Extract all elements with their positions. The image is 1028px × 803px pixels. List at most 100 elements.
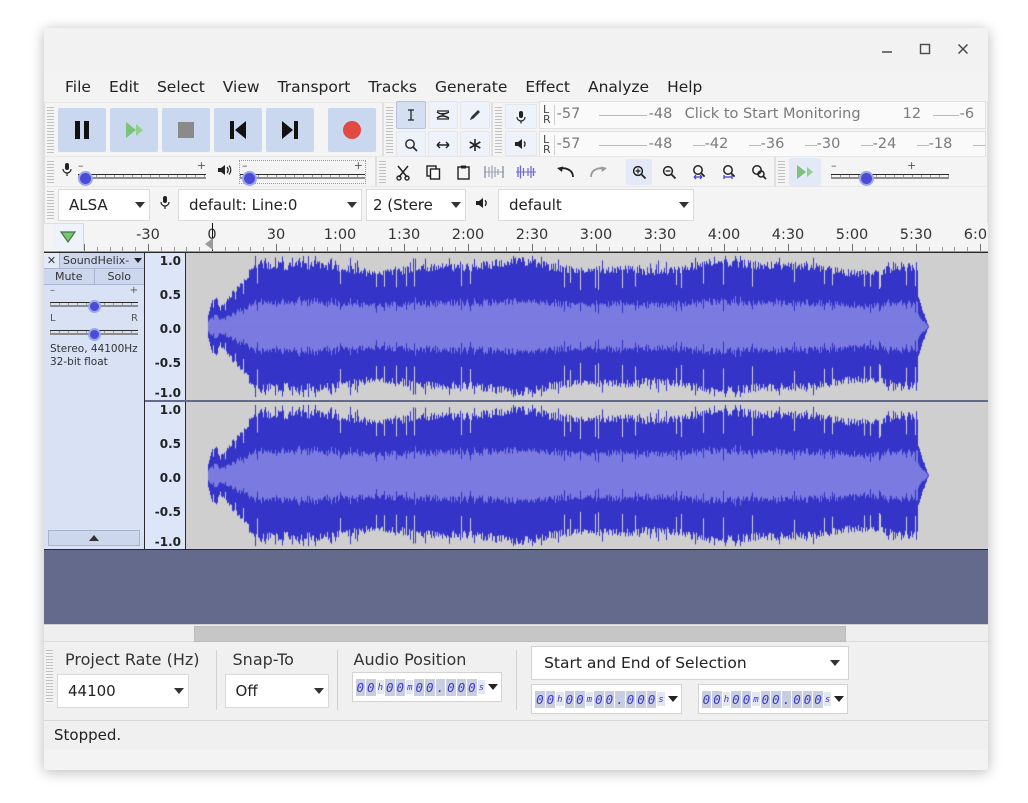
pinned-play-head-button[interactable] [53,224,84,250]
playback-meter[interactable]: LR -57 -48 -42 -36 -30 -24 -18 [539,131,986,159]
undo-button[interactable] [552,159,580,185]
menu-effect[interactable]: Effect [516,75,579,99]
menu-tracks[interactable]: Tracks [359,75,426,99]
tools-toolbar-grip[interactable] [384,103,395,157]
recording-volume-slider[interactable]: – + [78,159,206,186]
waveform-left-canvas[interactable] [186,253,950,400]
waveform-left-channel[interactable] [186,253,988,400]
waveform-right-channel[interactable] [186,402,988,549]
play-scale-tick-2: -42 [704,136,729,152]
recording-channels-select[interactable]: 2 (Stere [366,189,466,221]
playback-speed-plus: + [907,159,917,172]
menu-select[interactable]: Select [148,75,214,99]
fit-selection-button[interactable] [686,159,712,185]
zoom-in-button[interactable] [626,159,652,185]
audio-host-select[interactable]: ALSA [58,189,150,221]
track-title-dropdown[interactable]: SoundHelix- [60,253,144,268]
selection-end-input[interactable]: 00h 00m 00.000s [697,684,849,714]
playhead-marker[interactable] [205,238,213,250]
track-gain-slider[interactable]: – + [50,285,138,313]
menu-file[interactable]: File [56,75,100,99]
device-toolbar-grip[interactable] [45,187,56,223]
selection-toolbar-grip[interactable] [44,646,55,708]
track-area[interactable]: ✕ SoundHelix- Mute Solo – + L R Stereo, … [44,252,988,624]
play-button[interactable] [110,108,158,152]
playback-volume-slider[interactable]: – + [239,159,366,186]
track-collapse-button[interactable] [48,530,140,546]
audio-track[interactable]: ✕ SoundHelix- Mute Solo – + L R Stereo, … [44,252,988,550]
menu-analyze[interactable]: Analyze [579,75,658,99]
project-rate-select[interactable]: 44100 [57,674,189,708]
close-button[interactable] [944,32,982,66]
record-button[interactable] [328,108,376,152]
snap-to-select[interactable]: Off [224,674,329,708]
recording-device-select[interactable]: default: Line:0 [178,189,362,221]
draw-tool[interactable] [460,101,490,129]
fit-project-button[interactable] [716,159,742,185]
track-pan-slider[interactable]: L R [50,313,138,341]
maximize-button[interactable] [906,32,944,66]
stop-button[interactable] [162,108,210,152]
redo-button[interactable] [584,159,612,185]
silence-audio-button[interactable] [512,159,540,185]
audio-position-input[interactable]: 00h 00m 00.000s [351,672,503,702]
zoom-toggle-button[interactable] [746,159,772,185]
trim-icon [484,165,504,179]
recording-meter-button[interactable] [505,104,537,129]
play-at-speed-grip[interactable] [776,157,787,187]
waveform-right-canvas[interactable] [186,402,950,549]
menu-view[interactable]: View [214,75,269,99]
multi-tool[interactable] [460,131,490,159]
horizontal-scroll-thumb[interactable] [194,626,846,642]
ruler-label-9: 4:00 [707,227,741,243]
play-icon [121,120,147,140]
paste-button[interactable] [450,159,476,185]
menu-edit[interactable]: Edit [100,75,148,99]
chevron-down-icon[interactable] [667,696,678,702]
time-shift-tool[interactable] [428,131,458,159]
recording-meter[interactable]: LR -57 -48 Click to Start Monitoring 12 … [539,101,986,129]
transport-toolbar-grip[interactable] [45,103,56,157]
track-mute-solo: Mute Solo [44,269,144,285]
playback-meter-button[interactable] [505,131,537,156]
zoom-out-button[interactable] [656,159,682,185]
meter-toolbar-grip[interactable] [493,103,504,157]
chevron-down-icon [313,688,324,694]
rec-scale-tick-1: -48 [648,106,673,122]
timeline-ruler[interactable]: -30 0 30 1:00 1:30 2:00 2:30 3:00 3:30 4… [84,223,988,251]
pause-button[interactable] [58,108,106,152]
horizontal-scrollbar[interactable] [44,624,988,642]
menu-generate[interactable]: Generate [426,75,516,99]
edit-toolbar-grip[interactable] [377,157,388,187]
chevron-down-icon[interactable] [834,696,845,702]
selection-tool[interactable] [396,101,426,129]
playback-speed-slider[interactable]: – + [831,159,949,186]
skip-to-end-button[interactable] [266,108,314,152]
play-at-speed-button[interactable] [789,158,821,186]
skip-to-start-button[interactable] [214,108,262,152]
menu-help[interactable]: Help [658,75,711,99]
snap-to-label: Snap-To [232,650,294,669]
microphone-icon [516,110,526,123]
chevron-down-icon [135,202,145,208]
selection-mode-select[interactable]: Start and End of Selection [531,646,850,680]
track-control-panel[interactable]: ✕ SoundHelix- Mute Solo – + L R Stereo, … [44,253,145,549]
track-mute-button[interactable]: Mute [44,269,95,284]
ruler-label-10: 4:30 [771,227,805,243]
mixer-toolbar-grip[interactable] [45,157,56,187]
track-solo-button[interactable]: Solo [94,269,144,284]
playback-device-select[interactable]: default [498,189,694,221]
vertical-ruler-right: 1.0 0.5 0.0 -0.5 -1.0 [145,402,186,549]
copy-button[interactable] [420,159,446,185]
track-close-button[interactable]: ✕ [44,253,60,268]
zoom-tool[interactable] [396,131,426,159]
selection-start-input[interactable]: 00h 00m 00.000s [531,684,682,714]
chevron-down-icon[interactable] [488,684,499,690]
menu-transport[interactable]: Transport [269,75,360,99]
trim-audio-button[interactable] [480,159,508,185]
divider [215,650,217,710]
cut-button[interactable] [390,159,416,185]
skip-start-icon [230,121,246,139]
minimize-button[interactable] [868,32,906,66]
envelope-tool[interactable] [428,101,458,129]
